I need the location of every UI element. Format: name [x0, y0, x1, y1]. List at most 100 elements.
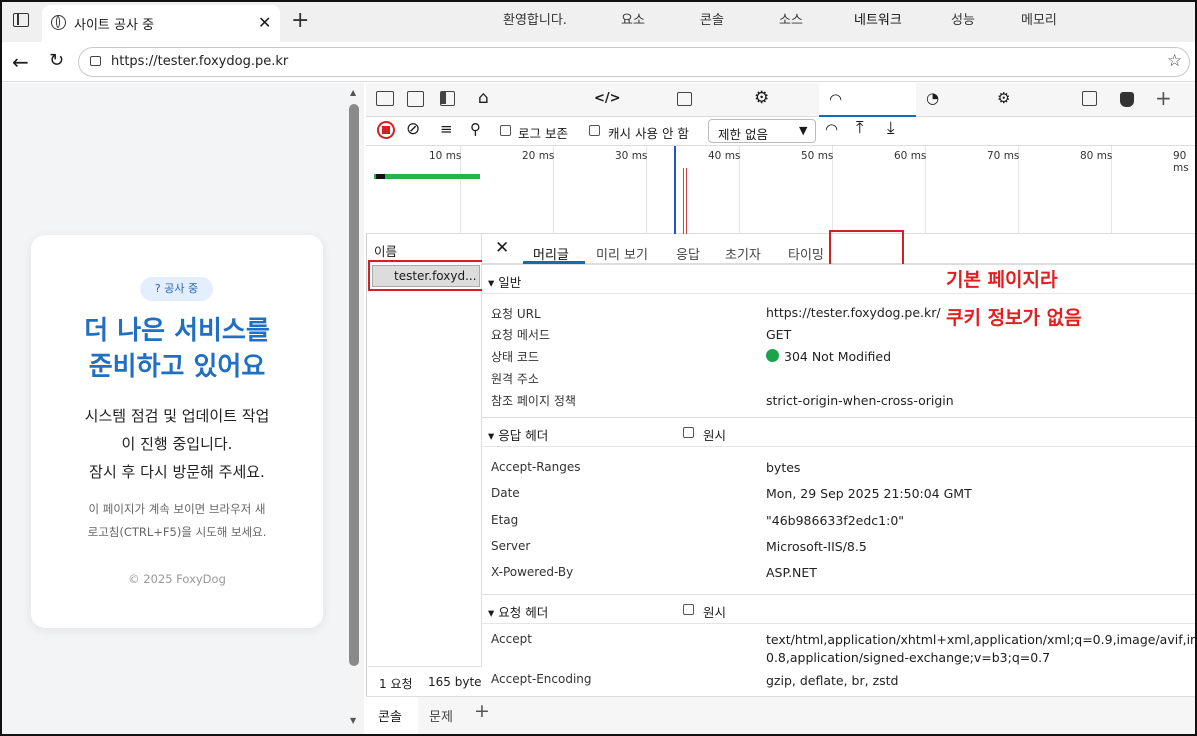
header-value: Mon, 29 Sep 2025 21:50:04 GMT — [766, 486, 972, 501]
general-section-header[interactable]: ▾ 일반 — [482, 264, 1197, 294]
close-tab-icon[interactable]: ✕ — [258, 13, 271, 32]
sources-icon[interactable]: ⚙ — [754, 88, 769, 108]
performance-icon[interactable]: ◔ — [926, 89, 939, 107]
dom-content-loaded-line — [674, 146, 676, 234]
message-line-3: 잠시 후 다시 방문해 주세요. — [89, 463, 265, 481]
accept-value-line-2: 0.8,application/signed-exchange;v=b3;q=0… — [766, 650, 1051, 665]
network-conditions-icon[interactable]: ◠ — [825, 120, 838, 138]
title-line-2: 준비하고 있어요 — [88, 352, 266, 382]
hint-line-1: 이 페이지가 계속 보이면 브라우저 새 — [88, 502, 266, 516]
status-badge: ? 공사 중 — [140, 277, 213, 301]
add-drawer-tab-icon[interactable]: + — [474, 700, 490, 722]
tab-console[interactable]: 콘솔 — [700, 9, 724, 28]
filter-icon[interactable]: ≡ — [440, 120, 453, 138]
message-line-2: 이 진행 중입니다. — [121, 435, 233, 453]
raw-checkbox[interactable] — [683, 426, 694, 440]
close-details-icon[interactable]: ✕ — [495, 238, 509, 258]
tab-preview[interactable]: 미리 보기 — [596, 244, 648, 263]
tab-memory[interactable]: 메모리 — [1021, 9, 1057, 28]
page-message: 시스템 점검 및 업데이트 작업 이 진행 중입니다. 잠시 후 다시 방문해 주세… — [31, 402, 323, 486]
home-icon[interactable]: ⌂ — [478, 88, 489, 108]
header-value: "46b986633f2edc1:0" — [766, 513, 905, 528]
header-key: Server — [491, 539, 531, 553]
devtools-drawer — [366, 696, 1197, 736]
tick-label: 90 ms — [1173, 150, 1189, 174]
record-icon[interactable] — [377, 121, 395, 139]
tab-network[interactable]: 네트워크 — [854, 9, 902, 28]
device-emulation-icon[interactable] — [407, 91, 424, 107]
devtools-tab-bar — [366, 83, 1197, 117]
security-icon[interactable] — [1120, 92, 1134, 107]
request-details — [482, 234, 1197, 696]
tab-response[interactable]: 응답 — [676, 244, 700, 263]
header-key: Accept-Encoding — [491, 672, 592, 686]
load-line — [683, 168, 684, 234]
header-key: 원격 주소 — [491, 372, 539, 386]
refresh-icon[interactable]: ↻ — [49, 50, 64, 71]
raw-label: 원시 — [703, 428, 727, 443]
more-tools-icon[interactable]: + — [1155, 86, 1172, 110]
tab-cookies-timing[interactable]: 타이밍 — [788, 244, 824, 263]
header-value: GET — [766, 327, 792, 342]
new-tab-icon[interactable]: + — [291, 8, 309, 33]
scrollbar-thumb[interactable] — [349, 104, 359, 666]
tab-actions-icon[interactable] — [13, 13, 29, 27]
url-text: https://tester.foxydog.pe.kr — [111, 54, 289, 69]
clear-icon[interactable]: ⊘ — [406, 119, 420, 139]
accept-value: text/html,application/xhtml+xml,applicat… — [766, 632, 1195, 665]
browser-tab[interactable]: 사이트 공사 중 ✕ — [42, 5, 280, 42]
drawer-tab-console[interactable]: 콘솔 — [366, 697, 418, 736]
import-icon[interactable]: ⤒ — [856, 118, 864, 138]
preserve-log-checkbox[interactable] — [500, 124, 511, 138]
header-value: strict-origin-when-cross-origin — [766, 393, 954, 408]
tab-elements[interactable]: 요소 — [621, 9, 645, 28]
header-key: Accept — [491, 632, 532, 646]
chevron-down-icon: ▼ — [799, 124, 808, 137]
url-field[interactable]: https://tester.foxydog.pe.kr ☆ — [78, 47, 1190, 77]
globe-icon — [51, 15, 66, 30]
tab-sources[interactable]: 소스 — [779, 9, 803, 28]
search-icon[interactable]: ⚲ — [470, 120, 481, 138]
scroll-up-icon[interactable]: ▲ — [350, 88, 356, 97]
wifi-icon[interactable]: ◠ — [829, 90, 842, 108]
header-key: X-Powered-By — [491, 565, 574, 579]
tick-label: 80 ms — [1080, 150, 1113, 162]
inspect-icon[interactable] — [376, 91, 394, 106]
tick-label: 50 ms — [801, 150, 834, 162]
network-overview[interactable]: 10 ms 20 ms 30 ms 40 ms 50 ms 60 ms 70 m… — [366, 146, 1197, 234]
favorite-star-icon[interactable]: ☆ — [1167, 51, 1182, 71]
console-icon[interactable] — [677, 92, 692, 106]
raw-checkbox[interactable] — [683, 603, 694, 617]
tab-title: 사이트 공사 중 — [74, 18, 155, 33]
tick-label: 40 ms — [708, 150, 741, 162]
application-icon[interactable] — [1082, 91, 1097, 106]
export-icon[interactable]: ⤓ — [887, 118, 895, 138]
scroll-down-icon[interactable]: ▼ — [350, 716, 356, 725]
header-value: ASP.NET — [766, 565, 817, 580]
drawer-tab-issues[interactable]: 문제 — [429, 706, 453, 725]
annotation-line-1: 기본 페이지라 — [946, 269, 1058, 291]
dock-sidebar-icon[interactable] — [440, 91, 455, 106]
memory-icon[interactable]: ⚙ — [997, 89, 1010, 107]
tick-label: 70 ms — [987, 150, 1020, 162]
back-icon[interactable]: ← — [12, 50, 29, 74]
request-headers-title: ▾ 요청 헤더 — [488, 605, 549, 620]
header-key: Etag — [491, 513, 519, 527]
response-headers-title: ▾ 응답 헤더 — [488, 428, 549, 443]
throttling-select[interactable]: 제한 없음 ▼ — [708, 119, 816, 143]
tab-performance[interactable]: 성능 — [951, 9, 975, 28]
tick-label: 60 ms — [894, 150, 927, 162]
tab-initiator[interactable]: 초기자 — [725, 244, 761, 263]
disable-cache-checkbox[interactable] — [589, 124, 600, 138]
timeline-bar-waiting — [376, 174, 385, 179]
page-title: 더 나은 서비스를 준비하고 있어요 — [31, 313, 323, 385]
request-count: 1 요청 — [379, 677, 413, 691]
header-key: Date — [491, 486, 520, 500]
page-hint: 이 페이지가 계속 보이면 브라우저 새 로고침(CTRL+F5)을 시도해 보세… — [50, 498, 304, 544]
elements-icon[interactable]: </> — [594, 91, 621, 106]
lock-icon[interactable] — [90, 56, 101, 66]
response-headers-section[interactable]: ▾ 응답 헤더 원시 — [482, 417, 1197, 447]
load-line-2 — [686, 168, 687, 234]
request-headers-section[interactable]: ▾ 요청 헤더 원시 — [482, 594, 1197, 624]
tab-welcome[interactable]: 환영합니다. — [503, 9, 567, 28]
